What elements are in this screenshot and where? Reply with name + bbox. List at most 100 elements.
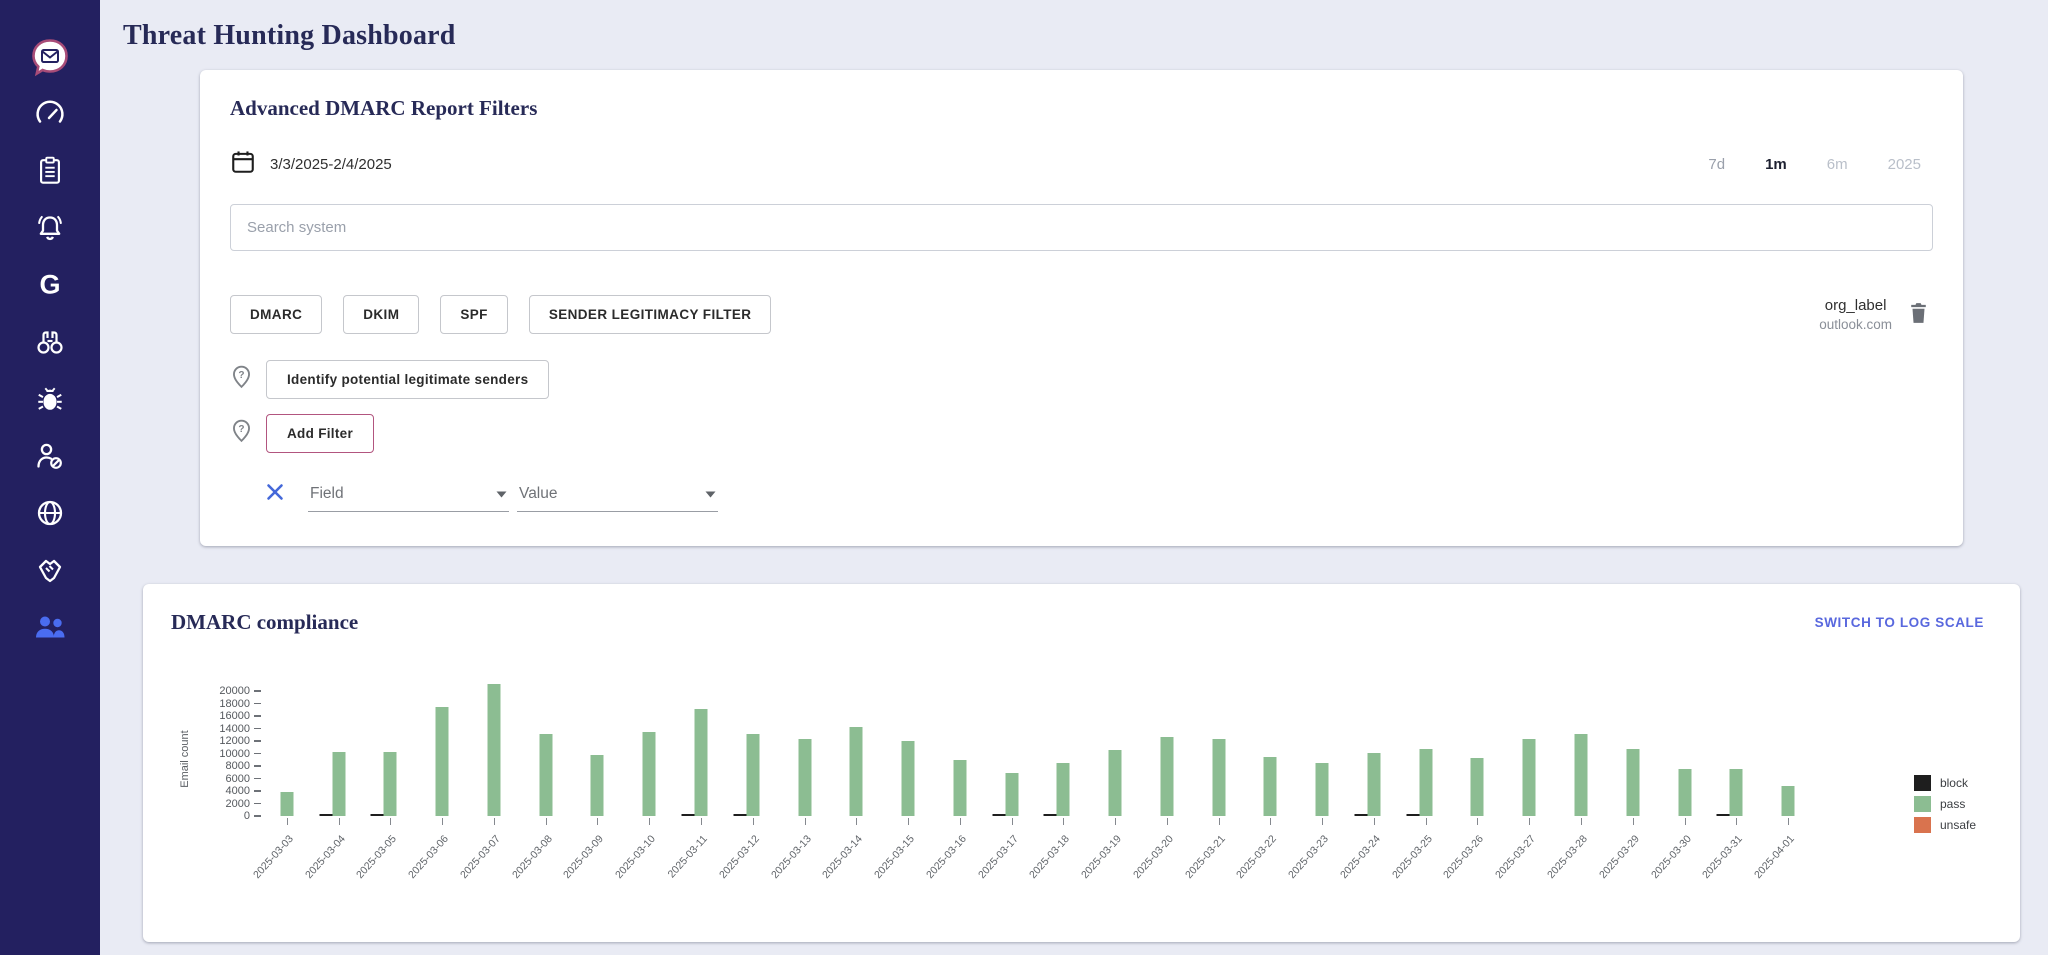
chart-column: 2025-03-19	[1089, 681, 1141, 816]
legend-swatch	[1914, 817, 1931, 833]
gauge-icon	[34, 98, 66, 130]
search-wrap	[230, 204, 1933, 251]
field-select[interactable]: Field	[308, 479, 509, 512]
filter-chip-dkim[interactable]: DKIM	[343, 295, 419, 334]
sidebar-item-logo[interactable]	[31, 40, 69, 74]
y-tick-label: 4000	[226, 785, 261, 797]
x-tick-mark	[1063, 818, 1064, 825]
chart-column: 2025-03-28	[1555, 681, 1607, 816]
range-button-7d[interactable]: 7d	[1708, 156, 1725, 173]
chart-column: 2025-03-25	[1400, 681, 1452, 816]
x-tick-label: 2025-03-22	[1234, 833, 1279, 881]
chart-bar-pass	[798, 739, 811, 816]
identify-senders-button[interactable]: Identify potential legitimate senders	[266, 360, 549, 399]
sidebar-item-blocked-senders[interactable]	[31, 439, 69, 473]
sidebar-item-partners[interactable]	[31, 553, 69, 587]
x-tick-mark	[753, 818, 754, 825]
chart-bar-pass	[953, 760, 966, 816]
legend-label: unsafe	[1940, 818, 1976, 832]
chevron-down-icon	[496, 485, 507, 503]
search-input[interactable]	[230, 204, 1933, 251]
x-tick-mark	[1736, 818, 1737, 825]
range-button-1m[interactable]: 1m	[1765, 156, 1787, 173]
chart-card: DMARC compliance SWITCH TO LOG SCALE Ema…	[143, 584, 2020, 942]
chart-bar-block	[1044, 814, 1057, 816]
delete-filter-button[interactable]	[1908, 301, 1929, 328]
sidebar-item-threat-hunting[interactable]	[31, 325, 69, 359]
active-filter-value: outlook.com	[1819, 317, 1892, 332]
x-tick-mark	[960, 818, 961, 825]
switch-log-scale-button[interactable]: SWITCH TO LOG SCALE	[1815, 615, 1984, 630]
remove-filter-row-button[interactable]	[266, 483, 284, 506]
y-axis-title: Email count	[171, 681, 197, 911]
date-row: 3/3/2025-2/4/2025 7d 1m 6m 2025	[230, 149, 1933, 180]
chart-bar-pass	[332, 752, 345, 816]
chart-bar-pass	[850, 727, 863, 816]
page-title: Threat Hunting Dashboard	[123, 20, 2020, 52]
legend-label: pass	[1940, 797, 1965, 811]
active-filter-block: org_label outlook.com	[1819, 297, 1929, 332]
chart-bar-pass	[1316, 763, 1329, 816]
y-tick-label: 2000	[226, 798, 261, 810]
x-tick-label: 2025-03-19	[1079, 833, 1124, 881]
x-tick-mark	[1426, 818, 1427, 825]
chart-bar-pass	[1367, 753, 1380, 816]
chart-bar-block	[1406, 814, 1419, 816]
chart-bar-pass	[1057, 763, 1070, 816]
x-tick-label: 2025-03-24	[1338, 833, 1383, 881]
sidebar-item-reports[interactable]	[31, 154, 69, 188]
chart-bar-block	[1717, 814, 1730, 816]
x-tick-mark	[701, 818, 702, 825]
sidebar-item-domains[interactable]	[31, 496, 69, 530]
range-button-2025[interactable]: 2025	[1888, 156, 1921, 173]
chart-title: DMARC compliance	[171, 610, 358, 635]
x-tick-label: 2025-03-18	[1027, 833, 1072, 881]
x-tick-label: 2025-03-09	[562, 833, 607, 881]
value-select[interactable]: Value	[517, 479, 718, 512]
x-tick-label: 2025-03-07	[458, 833, 503, 881]
chart-bar-pass	[1109, 750, 1122, 816]
suggestion-row: ? Identify potential legitimate senders	[230, 360, 1933, 399]
plot-area: 2025-03-032025-03-042025-03-052025-03-06…	[261, 681, 1814, 816]
x-tick-mark	[1167, 818, 1168, 825]
add-filter-button[interactable]: Add Filter	[266, 414, 374, 453]
chart-column: 2025-03-05	[365, 681, 417, 816]
main-content: Threat Hunting Dashboard Advanced DMARC …	[100, 0, 2048, 955]
y-tick-label: 0	[244, 810, 261, 822]
help-pin-icon: ?	[230, 418, 253, 450]
filter-chip-dmarc[interactable]: DMARC	[230, 295, 322, 334]
chart-column: 2025-03-16	[934, 681, 986, 816]
sidebar-item-malware[interactable]	[31, 382, 69, 416]
x-tick-label: 2025-03-16	[924, 833, 969, 881]
chart-bar-pass	[1782, 786, 1795, 816]
chart-column: 2025-03-30	[1659, 681, 1711, 816]
chart-bar-pass	[280, 792, 293, 816]
chart-column: 2025-03-29	[1607, 681, 1659, 816]
filter-chip-sender-legitimacy-filter[interactable]: SENDER LEGITIMACY FILTER	[529, 295, 772, 334]
sidebar-item-users[interactable]	[31, 610, 69, 644]
handshake-icon	[33, 554, 67, 586]
sidebar-item-dashboard[interactable]	[31, 97, 69, 131]
chart-bar-pass	[436, 707, 449, 816]
x-tick-mark	[1219, 818, 1220, 825]
x-tick-label: 2025-03-26	[1442, 833, 1487, 881]
clipboard-icon	[35, 155, 65, 187]
field-value-row: Field Value	[266, 479, 1933, 512]
chart-bar-pass	[1626, 749, 1639, 816]
chart-bar-pass	[539, 734, 552, 817]
trash-icon	[1908, 313, 1929, 328]
chart-column: 2025-03-26	[1452, 681, 1504, 816]
filter-chip-spf[interactable]: SPF	[440, 295, 507, 334]
chart-bar-pass	[902, 741, 915, 816]
chart-bar-pass	[487, 684, 500, 817]
chart-column: 2025-03-23	[1296, 681, 1348, 816]
sidebar-item-alerts[interactable]	[31, 211, 69, 245]
x-tick-label: 2025-03-23	[1286, 833, 1331, 881]
sidebar-item-google[interactable]: G	[31, 268, 69, 302]
bell-icon	[34, 212, 66, 244]
x-tick-mark	[1012, 818, 1013, 825]
date-range-picker[interactable]: 3/3/2025-2/4/2025	[230, 149, 392, 180]
chart-column: 2025-03-04	[313, 681, 365, 816]
x-tick-label: 2025-03-12	[717, 833, 762, 881]
range-button-6m[interactable]: 6m	[1827, 156, 1848, 173]
